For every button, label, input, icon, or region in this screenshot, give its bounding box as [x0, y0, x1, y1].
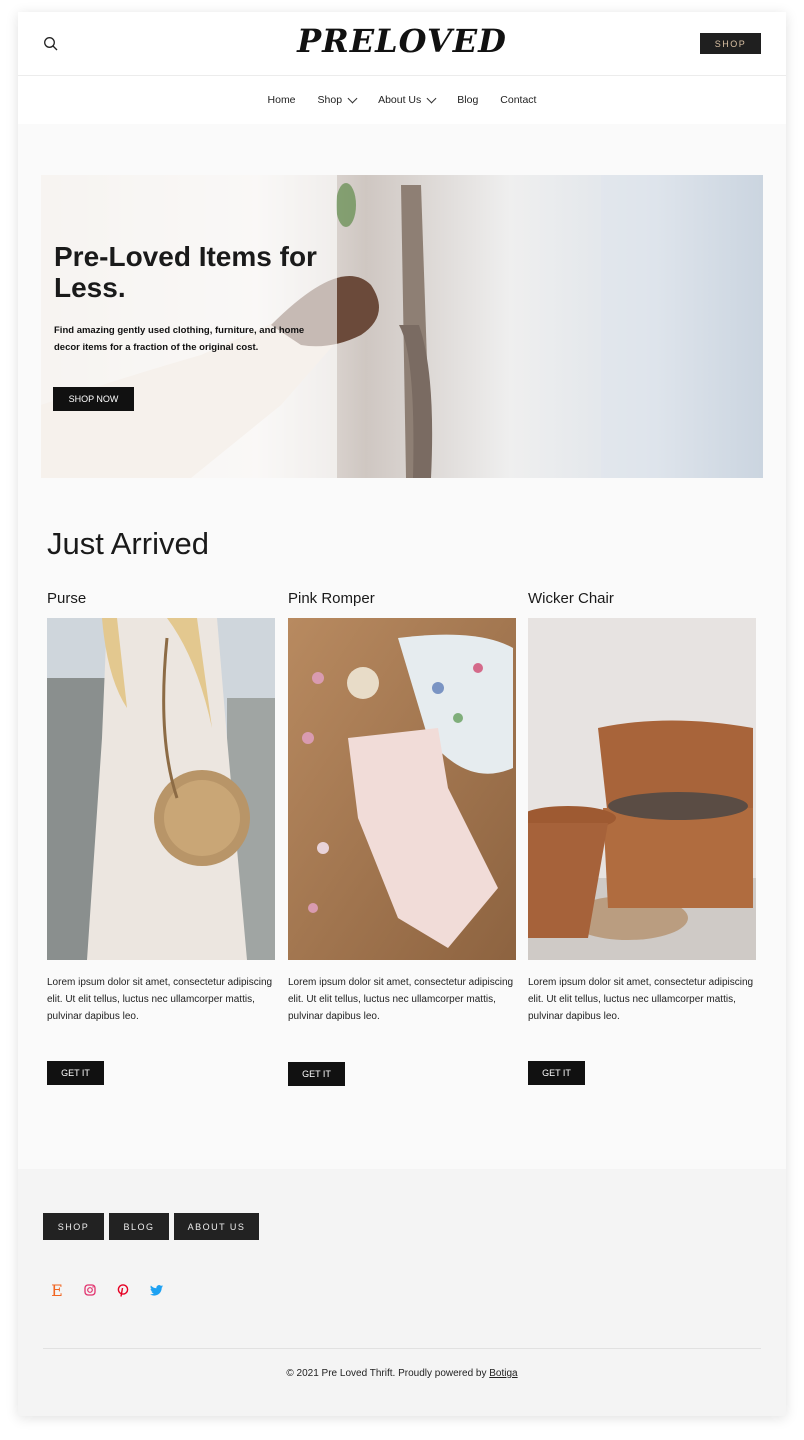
- nav-item-blog[interactable]: Blog: [457, 94, 478, 106]
- nav-item-home[interactable]: Home: [268, 94, 296, 106]
- product-description: Lorem ipsum dolor sit amet, consectetur …: [288, 977, 514, 1022]
- product-card-pink-romper: Pink Romper Lorem ipsum dolor sit amet, …: [288, 590, 516, 1025]
- main-nav: Home Shop About Us Blog Contact: [18, 76, 786, 124]
- nav-item-label: Home: [267, 94, 296, 106]
- product-image-pink-romper[interactable]: [288, 618, 516, 960]
- etsy-icon[interactable]: E: [49, 1281, 65, 1300]
- just-arrived-heading: Just Arrived: [47, 526, 209, 561]
- pinterest-icon[interactable]: [115, 1282, 131, 1298]
- nav-item-label: About Us: [378, 94, 422, 106]
- hero-title: Pre-Loved Items for Less.: [54, 241, 317, 303]
- nav-item-contact[interactable]: Contact: [500, 94, 536, 106]
- footer-about-us-button[interactable]: ABOUT US: [174, 1213, 259, 1240]
- site-header: PRELOVED SHOP: [18, 12, 786, 76]
- product-card-wicker-chair: Wicker Chair Lorem ipsum dolor sit amet,…: [528, 590, 756, 1025]
- product-title[interactable]: Pink Romper: [288, 590, 516, 618]
- shop-now-button[interactable]: SHOP NOW: [53, 387, 134, 411]
- copyright-prefix: © 2021 Pre Loved Thrift. Proudly powered…: [286, 1368, 490, 1379]
- site-logo[interactable]: PRELOVED: [18, 22, 786, 60]
- page-frame: PRELOVED SHOP Home Shop About Us Blog Co…: [18, 12, 786, 1416]
- nav-item-label: Contact: [500, 94, 537, 106]
- product-image-purse[interactable]: [47, 618, 275, 960]
- product-title[interactable]: Wicker Chair: [528, 590, 756, 618]
- footer-blog-button[interactable]: BLOG: [109, 1213, 169, 1240]
- chevron-down-icon: [426, 93, 437, 104]
- product-card-purse: Purse Lorem ipsum dolor sit amet, consec…: [47, 590, 275, 1025]
- product-image-wicker-chair[interactable]: [528, 618, 756, 960]
- get-it-button[interactable]: GET IT: [288, 1062, 345, 1086]
- nav-item-shop[interactable]: Shop: [317, 93, 358, 106]
- hero-subtitle: Find amazing gently used clothing, furni…: [54, 325, 305, 353]
- botiga-link[interactable]: Botiga: [489, 1368, 517, 1379]
- product-description: Lorem ipsum dolor sit amet, consectetur …: [528, 977, 754, 1022]
- product-title[interactable]: Purse: [47, 590, 275, 618]
- header-shop-button[interactable]: SHOP: [700, 33, 761, 54]
- nav-item-about-us[interactable]: About Us: [378, 93, 437, 106]
- nav-item-label: Shop: [317, 94, 343, 106]
- product-description: Lorem ipsum dolor sit amet, consectetur …: [47, 977, 273, 1022]
- copyright-text: © 2021 Pre Loved Thrift. Proudly powered…: [18, 1368, 786, 1379]
- chevron-down-icon: [347, 93, 358, 104]
- nav-item-label: Blog: [457, 94, 479, 106]
- footer-shop-button[interactable]: SHOP: [43, 1213, 104, 1240]
- get-it-button[interactable]: GET IT: [47, 1061, 104, 1085]
- site-footer: SHOP BLOG ABOUT US E © 2021 Pre Loved Th…: [18, 1169, 786, 1416]
- instagram-icon[interactable]: [82, 1282, 98, 1298]
- twitter-icon[interactable]: [148, 1282, 164, 1298]
- hero-banner: Pre-Loved Items for Less. Find amazing g…: [41, 175, 763, 478]
- footer-divider: [43, 1348, 761, 1349]
- get-it-button[interactable]: GET IT: [528, 1061, 585, 1085]
